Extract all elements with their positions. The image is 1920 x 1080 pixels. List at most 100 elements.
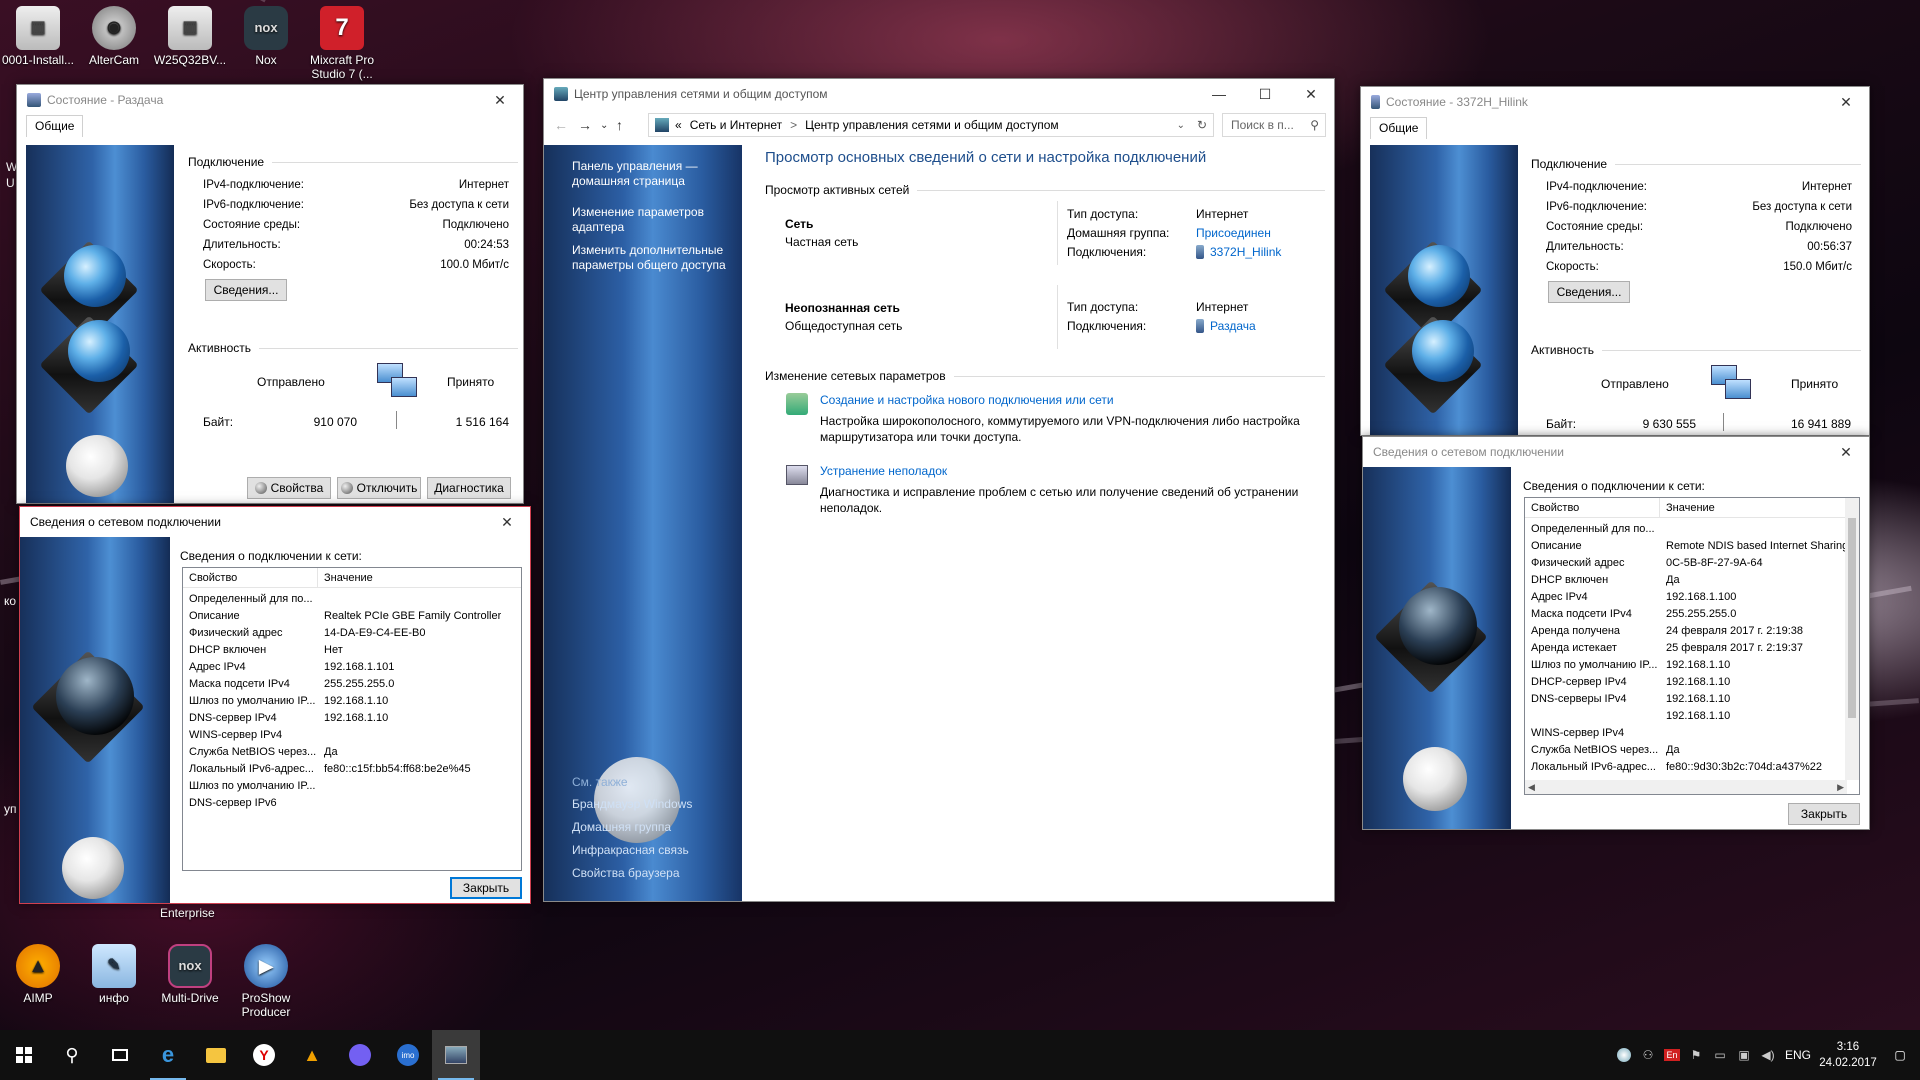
list-row[interactable]: DHCP включен Нет [183,641,521,658]
close-button[interactable]: Закрыть [450,877,522,899]
edge-icon[interactable]: e [144,1030,192,1080]
details-button[interactable]: Сведения... [205,279,287,301]
search-icon[interactable]: ⚲ [48,1030,96,1080]
up-icon[interactable]: ↑ [616,117,623,133]
desktop-icon[interactable]: ▥ 0001-Install... [0,6,76,67]
search-input[interactable]: Поиск в п... ⚲ [1222,113,1326,137]
close-icon[interactable]: ✕ [1823,437,1869,467]
list-row[interactable]: Физический адрес 0C-5B-8F-27-9A-64 [1525,554,1859,571]
address-dropdown-icon[interactable]: ⌄ [1177,120,1185,131]
connection-link[interactable]: Раздача [1196,319,1256,333]
see-also-infrared[interactable]: Инфракрасная связь [572,843,689,857]
connection-link[interactable]: 3372H_Hilink [1196,245,1281,259]
clock[interactable]: 3:16 24.02.2017 [1816,1039,1880,1071]
status-window-left[interactable]: Состояние - Раздача ✕ Общие Подключение … [16,84,524,504]
history-dropdown-icon[interactable]: ⌄ [600,120,608,131]
column-header-value[interactable]: Значение [1660,498,1859,517]
status-window-right[interactable]: Состояние - 3372H_Hilink ✕ Общие Подключ… [1360,86,1870,436]
new-connection-link[interactable]: Создание и настройка нового подключения … [820,393,1114,407]
network-type[interactable]: Частная сеть [785,235,858,249]
title-bar[interactable]: Состояние - 3372H_Hilink ✕ [1361,87,1869,117]
scroll-left-icon[interactable]: ◀ [1528,782,1535,793]
list-row[interactable]: Аренда истекает 25 февраля 2017 г. 2:19:3… [1525,639,1859,656]
list-row[interactable]: Адрес IPv4 192.168.1.100 [1525,588,1859,605]
details-list[interactable]: Свойство Значение Определенный для по...… [1524,497,1860,795]
disable-button[interactable]: Отключить [337,477,421,499]
tab-general[interactable]: Общие [1370,117,1428,139]
list-row[interactable]: 192.168.1.10 [1525,707,1859,724]
close-icon[interactable]: ✕ [477,85,523,115]
list-row[interactable]: DHCP включен Да [1525,571,1859,588]
list-row[interactable]: Локальный IPv6-адрес... fe80::9d30:3b2c:7… [1525,758,1859,775]
list-row[interactable]: Описание Realtek PCIe GBE Family Controll… [183,607,521,624]
details-dialog-left[interactable]: Сведения о сетевом подключении ✕ Сведени… [19,506,531,904]
flag-icon[interactable]: ⚑ [1684,1030,1708,1080]
file-explorer-icon[interactable] [192,1030,240,1080]
desktop-icon[interactable]: 7 Mixcraft Pro Studio 7 (... [304,6,380,81]
list-row[interactable]: DNS-серверы IPv4 192.168.1.10 [1525,690,1859,707]
horizontal-scrollbar[interactable]: ◀ ▶ [1525,780,1847,794]
see-also-firewall[interactable]: Брандмауэр Windows [572,797,692,811]
details-dialog-right[interactable]: Сведения о сетевом подключении ✕ Сведени… [1362,436,1870,830]
task-view-icon[interactable] [96,1030,144,1080]
breadcrumb-chevron[interactable]: « [675,118,682,132]
minimize-icon[interactable]: — [1196,79,1242,109]
list-row[interactable]: Маска подсети IPv4 255.255.255.0 [183,675,521,692]
title-bar[interactable]: Состояние - Раздача ✕ [17,85,523,115]
scroll-right-icon[interactable]: ▶ [1837,782,1844,793]
title-bar[interactable]: Центр управления сетями и общим доступом… [544,79,1334,109]
tab-general[interactable]: Общие [26,115,84,137]
list-row[interactable]: Физический адрес 14-DA-E9-C4-EE-B0 [183,624,521,641]
list-row[interactable]: Маска подсети IPv4 255.255.255.0 [1525,605,1859,622]
yandex-browser-icon[interactable]: Y [240,1030,288,1080]
refresh-icon[interactable]: ↻ [1197,118,1207,132]
volume-icon[interactable]: ◀) [1756,1030,1780,1080]
desktop-icon[interactable]: ▶ ProShow Producer [228,944,304,1019]
network-tray-icon[interactable]: ⚇ [1636,1030,1660,1080]
diagnose-button[interactable]: Диагностика [427,477,511,499]
list-row[interactable]: Шлюз по умолчанию IP... [183,777,521,794]
desktop-icon[interactable]: ✎ инфо [76,944,152,1005]
close-button[interactable]: Закрыть [1788,803,1860,825]
aimp-icon[interactable]: ▲ [288,1030,336,1080]
start-button[interactable] [0,1030,48,1080]
language-badge[interactable]: En [1660,1030,1684,1080]
list-row[interactable]: DHCP-сервер IPv4 192.168.1.10 [1525,673,1859,690]
column-header-value[interactable]: Значение [318,568,521,587]
troubleshoot-link[interactable]: Устранение неполадок [820,464,947,478]
desktop-icon[interactable]: nox Nox [228,6,304,67]
details-list[interactable]: Свойство Значение Определенный для по...… [182,567,522,871]
close-icon[interactable]: ✕ [484,507,530,537]
nav-link-home[interactable]: Панель управления — домашняя страница [572,159,722,189]
display-icon[interactable]: ▭ [1708,1030,1732,1080]
column-header-property[interactable]: Свойство [183,568,318,587]
address-bar[interactable]: « Сеть и Интернет > Центр управления сет… [648,113,1214,137]
properties-button[interactable]: Свойства [247,477,331,499]
back-icon[interactable]: ← [554,117,568,133]
title-bar[interactable]: Сведения о сетевом подключении ✕ [20,507,530,537]
list-row[interactable]: DNS-сервер IPv6 [183,794,521,811]
network-type[interactable]: Общедоступная сеть [785,319,902,333]
scrollbar-thumb[interactable] [1848,518,1856,718]
breadcrumb-item[interactable]: Центр управления сетями и общим доступом [805,118,1059,132]
forward-icon[interactable]: → [578,117,592,133]
vertical-scrollbar[interactable] [1845,498,1859,780]
desktop-icon[interactable]: ◉ AlterCam [76,6,152,67]
list-row[interactable]: WINS-сервер IPv4 [1525,724,1859,741]
title-bar[interactable]: Сведения о сетевом подключении ✕ [1363,437,1869,467]
list-row[interactable]: Определенный для по... [183,590,521,607]
list-row[interactable]: Аренда получена 24 февраля 2017 г. 2:19:3… [1525,622,1859,639]
input-language[interactable]: ENG [1780,1030,1816,1080]
close-icon[interactable]: ✕ [1288,79,1334,109]
column-header-property[interactable]: Свойство [1525,498,1660,517]
network-center-taskbar-icon[interactable] [432,1030,480,1080]
viber-icon[interactable] [336,1030,384,1080]
imo-icon[interactable]: imo [384,1030,432,1080]
notifications-icon[interactable]: ▢ [1880,1030,1920,1080]
see-also-browser[interactable]: Свойства браузера [572,866,680,880]
list-row[interactable]: DNS-сервер IPv4 192.168.1.10 [183,709,521,726]
desktop-icon[interactable]: ▥ W25Q32BV... [152,6,228,67]
network-icon[interactable]: ▣ [1732,1030,1756,1080]
breadcrumb-item[interactable]: Сеть и Интернет [690,118,782,132]
list-row[interactable]: Шлюз по умолчанию IP... 192.168.1.10 [183,692,521,709]
